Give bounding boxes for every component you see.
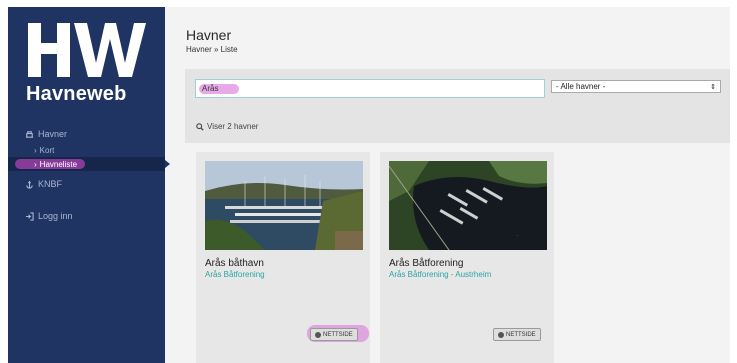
sidebar-item-label: Havner xyxy=(38,129,68,139)
globe-icon xyxy=(498,331,504,338)
login-icon xyxy=(24,211,34,221)
anchor-icon xyxy=(24,179,34,189)
harbor-map-photo[interactable]: · xyxy=(389,161,547,250)
select-value: - Alle havner - xyxy=(556,82,606,91)
sidebar-item-logg-inn[interactable]: Logg inn xyxy=(8,207,165,225)
sidebar-item-knbf[interactable]: KNBF xyxy=(8,175,165,193)
search-icon xyxy=(196,122,204,131)
result-count: Viser 2 havner xyxy=(196,122,258,131)
sidebar-item-label: Logg inn xyxy=(38,211,73,221)
harbor-name[interactable]: Arås Båtforening xyxy=(389,258,464,269)
globe-icon xyxy=(315,331,321,338)
sidebar: Havneweb Havner › Kort › Havneliste KNBF… xyxy=(8,7,170,363)
website-button-label: NETTSIDE xyxy=(506,331,536,338)
svg-text:·: · xyxy=(517,233,518,238)
breadcrumb[interactable]: Havner » Liste xyxy=(186,45,238,54)
harbor-icon xyxy=(24,129,34,139)
select-arrows-icon: ⇕ xyxy=(710,83,716,91)
chevron-right-icon: › xyxy=(34,159,37,169)
search-panel: Arås - Alle havner - ⇕ Viser 2 havner xyxy=(185,69,730,143)
sidebar-item-label: Havneliste xyxy=(39,159,78,169)
sidebar-nav: Havner › Kort › Havneliste KNBF Logg inn xyxy=(8,125,170,225)
harbor-club[interactable]: Arås Båtforening xyxy=(205,270,265,279)
chevron-right-icon: › xyxy=(34,145,37,155)
website-button-label: NETTSIDE xyxy=(323,331,353,338)
harbor-photo[interactable] xyxy=(205,161,363,250)
sidebar-item-havneliste[interactable]: › Havneliste xyxy=(8,157,170,171)
sidebar-item-label: KNBF xyxy=(38,179,63,189)
website-button[interactable]: NETTSIDE xyxy=(310,328,358,341)
result-count-text: Viser 2 havner xyxy=(207,122,259,131)
harbor-card[interactable]: · Arås Båtforening Arås Båtforening - Au… xyxy=(380,152,554,363)
harbor-card[interactable]: Arås båthavn Arås Båtforening NETTSIDE xyxy=(196,152,370,363)
harbor-name[interactable]: Arås båthavn xyxy=(205,258,264,269)
sidebar-item-kort[interactable]: › Kort xyxy=(8,143,165,157)
search-input-value: Arås xyxy=(202,84,219,93)
logo-hw[interactable] xyxy=(26,17,146,83)
search-input[interactable]: Arås xyxy=(195,79,545,98)
page-title: Havner xyxy=(186,27,232,43)
harbor-filter-select[interactable]: - Alle havner - ⇕ xyxy=(551,80,721,93)
logo-text[interactable]: Havneweb xyxy=(26,83,127,106)
app-window: Havneweb Havner › Kort › Havneliste KNBF… xyxy=(8,7,730,363)
harbor-club[interactable]: Arås Båtforening - Austrheim xyxy=(389,270,491,279)
sidebar-item-label: Kort xyxy=(39,145,55,155)
sidebar-item-havner[interactable]: Havner xyxy=(8,125,165,143)
website-button[interactable]: NETTSIDE xyxy=(493,328,541,341)
